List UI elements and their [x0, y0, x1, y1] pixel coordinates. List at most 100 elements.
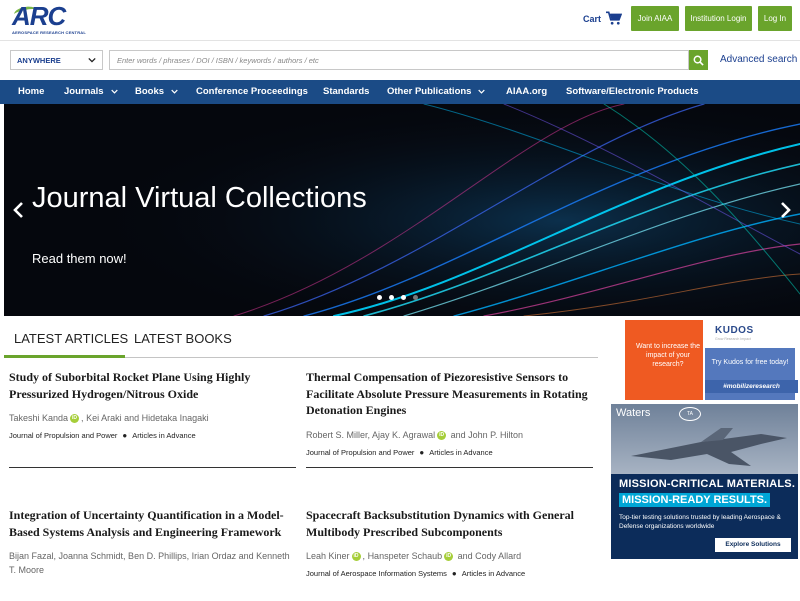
search-icon — [693, 55, 704, 66]
carousel-dot[interactable] — [377, 295, 382, 300]
carousel-dots — [377, 295, 418, 300]
carousel-dot[interactable] — [389, 295, 394, 300]
waters-body-text: Top-tier testing solutions trusted by le… — [619, 514, 781, 530]
nav-item-label: Standards — [323, 86, 370, 97]
nav-item-label: Conference Proceedings — [196, 86, 308, 97]
carousel-dot[interactable] — [413, 295, 418, 300]
author-link[interactable]: Ajay K. Agrawal — [372, 430, 435, 440]
search-button[interactable] — [689, 50, 708, 70]
nav-item-label: Software/Electronic Products — [566, 86, 699, 97]
article-status[interactable]: Articles in Advance — [132, 431, 195, 440]
orcid-icon[interactable]: iD — [437, 430, 447, 440]
join-aiaa-button[interactable]: Join AIAA — [631, 6, 679, 31]
author-link[interactable]: Leah Kiner — [306, 551, 350, 561]
arc-logo[interactable]: ARC AEROSPACE RESEARCH CENTRAL — [12, 1, 86, 37]
ta-logo: TA — [679, 407, 701, 421]
article-title[interactable]: Integration of Uncertainty Quantificatio… — [9, 507, 294, 540]
nav-item-software-electronic-products[interactable]: Software/Electronic Products — [566, 86, 699, 97]
tab-latest-books[interactable]: LATEST BOOKS — [134, 331, 232, 346]
main-nav: Home Journals Books Conference Proceedin… — [0, 80, 800, 104]
top-header: ARC AEROSPACE RESEARCH CENTRAL Cart Join… — [0, 0, 800, 40]
article-authors[interactable]: Bijan Fazal, Joanna Schmidt, Ben D. Phil… — [9, 549, 294, 577]
search-input[interactable]: Enter words / phrases / DOI / ISBN / key… — [109, 50, 689, 70]
article-card: Thermal Compensation of Piezoresistive S… — [306, 369, 591, 457]
nav-item-standards[interactable]: Standards — [323, 86, 369, 97]
author-link[interactable]: Takeshi Kanda — [9, 413, 68, 423]
journal-link[interactable]: Journal of Aerospace Information Systems — [306, 569, 447, 578]
author-link[interactable]: Cody Allard — [475, 551, 521, 561]
kudos-left-text: Want to increase the impact of your rese… — [636, 343, 700, 368]
chevron-right-icon[interactable] — [778, 201, 792, 219]
nav-item-aiaa-org[interactable]: AIAA.org — [506, 86, 547, 97]
nav-item-label: Journals — [64, 86, 104, 97]
author-link[interactable]: John P. Hilton — [468, 430, 523, 440]
kudos-logo-subtitle: Grow Research Impact — [715, 337, 751, 341]
chevron-down-icon — [88, 57, 96, 63]
author-link[interactable]: Hanspeter Schaub — [368, 551, 443, 561]
article-status[interactable]: Articles in Advance — [462, 569, 525, 578]
article-authors: Robert S. Miller, Ajay K. Agrawal iD and … — [306, 429, 523, 440]
institution-login-button[interactable]: Institution Login — [685, 6, 752, 31]
article-status[interactable]: Articles in Advance — [429, 448, 492, 457]
article-meta: Journal of Propulsion and Power ● Articl… — [9, 431, 294, 440]
logo-subtitle: AEROSPACE RESEARCH CENTRAL — [12, 30, 87, 35]
waters-headline-2: MISSION-READY RESULTS. — [619, 493, 771, 507]
nav-item-books[interactable]: Books — [135, 86, 178, 97]
article-meta: Journal of Propulsion and Power ● Articl… — [306, 448, 591, 457]
hero-cta-link[interactable]: Read them now! — [32, 251, 127, 266]
kudos-logo: KUDOS — [715, 325, 754, 336]
search-scope-select[interactable]: ANYWHERE — [10, 50, 103, 70]
hero-title[interactable]: Journal Virtual Collections — [32, 182, 367, 215]
bullet-separator: ● — [419, 447, 425, 457]
bullet-separator: ● — [451, 569, 457, 578]
login-button[interactable]: Log In — [758, 6, 792, 31]
author-link[interactable]: Robert S. Miller — [306, 430, 368, 440]
article-divider — [9, 467, 296, 468]
article-divider — [306, 467, 593, 468]
chevron-left-icon[interactable] — [12, 201, 26, 219]
advanced-search-link[interactable]: Advanced search — [720, 54, 797, 65]
article-authors: Takeshi Kanda iD, Kei Araki and Hidetaka … — [9, 413, 209, 424]
orcid-icon[interactable]: iD — [351, 552, 361, 562]
article-title[interactable]: Study of Suborbital Rocket Plane Using H… — [9, 369, 294, 402]
nav-item-other-publications[interactable]: Other Publications — [387, 86, 486, 97]
waters-headline-1: MISSION-CRITICAL MATERIALS. — [619, 478, 796, 490]
cart-icon — [606, 11, 623, 25]
journal-link[interactable]: Journal of Propulsion and Power — [9, 431, 117, 440]
article-meta: Journal of Aerospace Information Systems… — [306, 569, 591, 578]
nav-item-journals[interactable]: Journals — [64, 86, 118, 97]
nav-item-label: Books — [135, 86, 165, 97]
article-card: Study of Suborbital Rocket Plane Using H… — [9, 369, 294, 440]
article-title[interactable]: Spacecraft Backsubstitution Dynamics wit… — [306, 507, 591, 540]
cart-link[interactable]: Cart — [583, 11, 623, 26]
chevron-down-icon — [478, 89, 486, 94]
bullet-separator: ● — [122, 431, 128, 440]
tab-latest-articles[interactable]: LATEST ARTICLES — [14, 331, 128, 346]
orcid-icon[interactable]: iD — [70, 414, 80, 424]
logo-text: ARC — [12, 1, 66, 31]
kudos-ad-banner[interactable]: Want to increase the impact of your rese… — [625, 320, 798, 400]
kudos-hashtag: #mobilizeresearch — [705, 380, 798, 393]
active-tab-indicator — [4, 355, 125, 358]
header-divider — [0, 40, 800, 41]
chevron-down-icon — [171, 89, 178, 94]
nav-item-label: Other Publications — [387, 86, 472, 97]
nav-item-conference-proceedings[interactable]: Conference Proceedings — [196, 86, 308, 97]
waters-logo: Waters — [616, 407, 651, 419]
author-link[interactable]: Hidetaka Inagaki — [142, 413, 209, 423]
carousel-dot[interactable] — [401, 295, 406, 300]
chevron-down-icon — [110, 89, 118, 94]
article-card: Integration of Uncertainty Quantificatio… — [9, 507, 294, 577]
nav-item-home[interactable]: Home — [18, 86, 44, 97]
waters-ad-banner[interactable]: Waters TA MISSION-CRITICAL MATERIALS. MI… — [611, 404, 798, 559]
orcid-icon[interactable]: iD — [444, 552, 454, 562]
search-scope-value: ANYWHERE — [17, 55, 61, 65]
explore-solutions-button[interactable]: Explore Solutions — [715, 538, 791, 552]
author-link[interactable]: Kei Araki — [86, 413, 122, 423]
cart-label: Cart — [583, 13, 602, 24]
hero-carousel[interactable]: Journal Virtual Collections Read them no… — [4, 104, 800, 316]
journal-link[interactable]: Journal of Propulsion and Power — [306, 448, 414, 457]
article-title[interactable]: Thermal Compensation of Piezoresistive S… — [306, 369, 591, 419]
article-authors: Leah Kiner iD, Hanspeter Schaub iD and Cod… — [306, 551, 522, 562]
nav-item-label: AIAA.org — [506, 86, 548, 97]
